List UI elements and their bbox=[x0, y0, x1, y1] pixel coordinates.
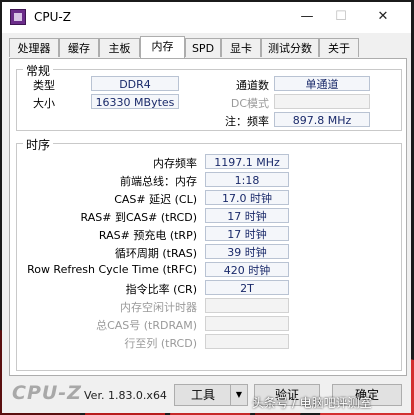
version-text: Ver. 1.83.0.x64 bbox=[84, 389, 167, 402]
tab-spd[interactable]: SPD bbox=[185, 38, 221, 57]
timing-label: 循环周期 (tRAS) bbox=[114, 247, 197, 260]
minimize-button[interactable]: — bbox=[292, 7, 322, 27]
tools-button[interactable]: 工具 ▼ bbox=[174, 384, 248, 406]
dc-mode-label: DC模式 bbox=[230, 97, 269, 110]
type-label: 类型 bbox=[33, 79, 55, 92]
timing-label: 内存频率 bbox=[153, 157, 197, 170]
tab-graphics[interactable]: 显卡 bbox=[221, 38, 261, 57]
timing-value: 1:18 bbox=[205, 172, 289, 187]
tab-cpu[interactable]: 处理器 bbox=[9, 38, 59, 57]
timing-value: 17 时钟 bbox=[205, 208, 289, 223]
timings-group: 时序 内存频率 1197.1 MHz 前端总线：内存 1:18 CAS# 延迟 … bbox=[16, 136, 402, 371]
title-bar: CPU-Z — ☐ ✕ bbox=[2, 2, 411, 33]
tab-memory[interactable]: 内存 bbox=[140, 36, 185, 58]
cpuz-window: CPU-Z — ☐ ✕ 处理器 缓存 主板 内存 SPD 显卡 测试分数 关于 … bbox=[2, 2, 411, 413]
timing-label: CAS# 延迟 (CL) bbox=[114, 193, 197, 206]
timing-label: 内存空闲计时器 bbox=[120, 301, 197, 314]
tab-bench[interactable]: 测试分数 bbox=[261, 38, 319, 57]
watermark-text: 头条号 / 电脑吧评测室 bbox=[252, 396, 372, 410]
cpuz-app-icon bbox=[10, 9, 26, 25]
timing-value: 17.0 时钟 bbox=[205, 190, 289, 205]
channel-value: 单通道 bbox=[274, 76, 370, 91]
close-button[interactable]: ✕ bbox=[368, 7, 398, 27]
timings-group-title: 时序 bbox=[23, 136, 54, 153]
timing-label: Row Refresh Cycle Time (tRFC) bbox=[27, 263, 197, 276]
maximize-button[interactable]: ☐ bbox=[326, 7, 356, 27]
tab-about[interactable]: 关于 bbox=[319, 38, 359, 57]
tab-caches[interactable]: 缓存 bbox=[59, 38, 99, 57]
timing-label: 行至列 (tRCD) bbox=[124, 337, 197, 350]
type-value: DDR4 bbox=[91, 76, 179, 91]
timing-label: 指令比率 (CR) bbox=[125, 283, 197, 296]
timing-value: 17 时钟 bbox=[205, 226, 289, 241]
tab-mainboard[interactable]: 主板 bbox=[99, 38, 140, 57]
timing-value: 2T bbox=[205, 280, 289, 295]
window-title: CPU-Z bbox=[34, 10, 71, 24]
timing-value: 420 时钟 bbox=[205, 262, 289, 277]
timing-label: RAS# 到CAS# (tRCD) bbox=[80, 211, 197, 224]
timing-label: RAS# 预充电 (tRP) bbox=[98, 229, 197, 242]
note-freq-label: 注：频率 bbox=[225, 115, 269, 128]
size-value: 16330 MBytes bbox=[91, 94, 179, 109]
timing-value: 1197.1 MHz bbox=[205, 154, 289, 169]
note-freq-value: 897.8 MHz bbox=[274, 112, 370, 127]
timing-value: 39 时钟 bbox=[205, 244, 289, 259]
timing-label: 前端总线：内存 bbox=[120, 175, 197, 188]
tools-button-label: 工具 bbox=[190, 388, 215, 402]
timing-value bbox=[205, 316, 289, 331]
timing-value bbox=[205, 334, 289, 349]
cpuz-brand-logo: CPU-Z bbox=[12, 382, 82, 404]
chevron-down-icon[interactable]: ▼ bbox=[230, 385, 247, 405]
dc-mode-value bbox=[274, 94, 370, 109]
size-label: 大小 bbox=[33, 97, 55, 110]
channel-label: 通道数 bbox=[236, 79, 269, 92]
general-group: 常规 类型 DDR4 大小 16330 MBytes 通道数 单通道 DC模式 … bbox=[16, 62, 402, 131]
timing-label: 总CAS号 (tRDRAM) bbox=[96, 319, 197, 332]
timing-value bbox=[205, 298, 289, 313]
memory-tab-panel: 常规 类型 DDR4 大小 16330 MBytes 通道数 单通道 DC模式 … bbox=[9, 58, 407, 376]
tab-bar: 处理器 缓存 主板 内存 SPD 显卡 测试分数 关于 bbox=[9, 36, 409, 58]
